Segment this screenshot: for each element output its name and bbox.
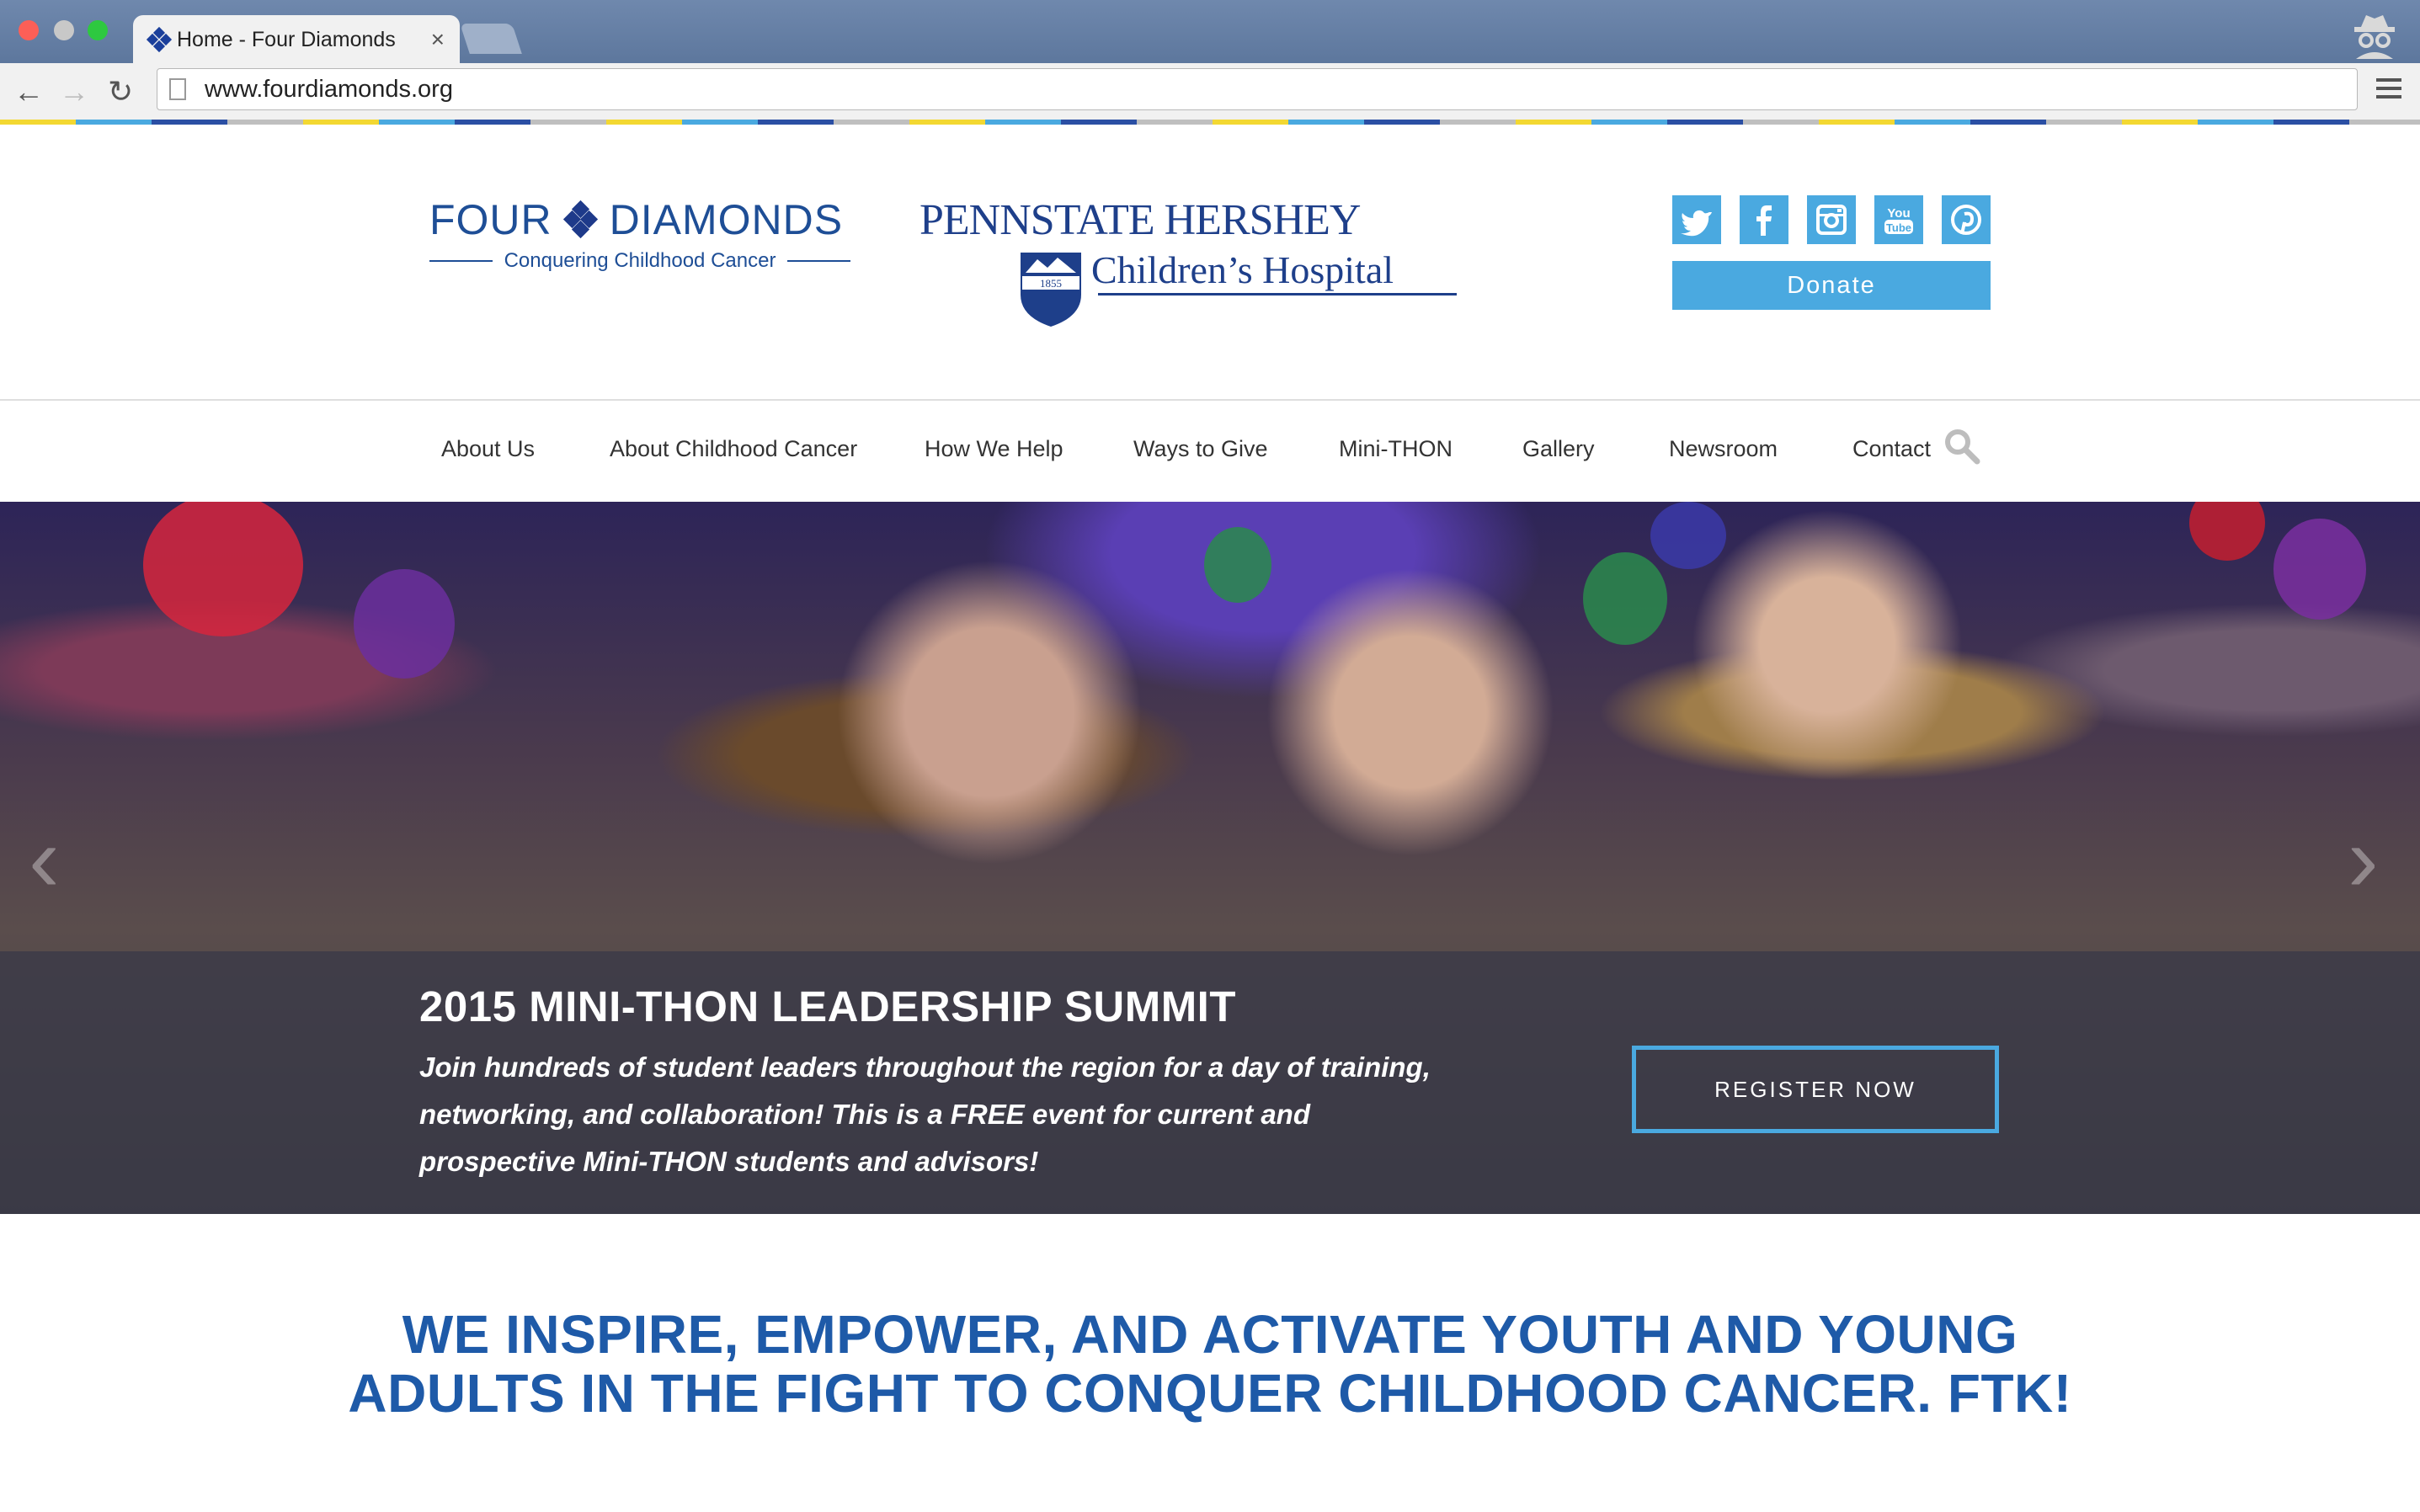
balloon-decoration bbox=[354, 569, 455, 679]
nav-item-contact[interactable]: Contact bbox=[1852, 436, 1931, 462]
browser-tab[interactable]: Home - Four Diamonds × bbox=[133, 15, 460, 64]
shield-icon: 1855 bbox=[1021, 253, 1081, 327]
diamond-icon bbox=[562, 200, 598, 239]
register-now-button[interactable]: REGISTER NOW bbox=[1632, 1046, 1999, 1133]
browser-menu-button[interactable] bbox=[2376, 78, 2401, 104]
fd-logo-word-four: FOUR bbox=[429, 196, 552, 243]
penn-state-hershey-logo[interactable]: PENNSTATE HERSHEY 1855 Children’s Hospit… bbox=[919, 195, 1457, 330]
hero-title: 2015 MINI-THON LEADERSHIP SUMMIT bbox=[419, 982, 1237, 1030]
browser-toolbar: ← → ↻ www.fourdiamonds.org bbox=[0, 63, 2420, 123]
hero-slider: ‹ › 2015 MINI-THON LEADERSHIP SUMMIT Joi… bbox=[0, 502, 2420, 1214]
url-text[interactable]: www.fourdiamonds.org bbox=[205, 76, 453, 104]
balloon-decoration bbox=[1583, 552, 1667, 645]
main-navigation: About Us About Childhood Cancer How We H… bbox=[0, 401, 2420, 502]
back-button[interactable]: ← bbox=[13, 75, 44, 109]
slider-next-arrow[interactable]: › bbox=[2348, 813, 2379, 906]
pinterest-icon bbox=[1951, 205, 1981, 235]
fd-logo-tagline: Conquering Childhood Cancer bbox=[429, 249, 850, 273]
svg-text:Tube: Tube bbox=[1886, 221, 1911, 234]
search-icon[interactable] bbox=[1943, 428, 1980, 465]
instagram-icon bbox=[1816, 205, 1847, 235]
tab-close-icon[interactable]: × bbox=[431, 28, 445, 51]
slider-prev-arrow[interactable]: ‹ bbox=[29, 813, 60, 906]
close-window-button[interactable] bbox=[19, 20, 39, 40]
reload-button[interactable]: ↻ bbox=[108, 75, 133, 109]
twitter-icon bbox=[1681, 210, 1712, 237]
tab-title: Home - Four Diamonds bbox=[177, 27, 396, 51]
balloon-decoration bbox=[2273, 519, 2366, 620]
balloon-decoration bbox=[1650, 502, 1726, 569]
instagram-button[interactable] bbox=[1807, 195, 1856, 244]
nav-item-newsroom[interactable]: Newsroom bbox=[1669, 436, 1778, 462]
twitter-button[interactable] bbox=[1672, 195, 1721, 244]
hero-description: Join hundreds of student leaders through… bbox=[419, 1051, 1431, 1177]
youtube-button[interactable]: You Tube bbox=[1874, 195, 1923, 244]
psh-logo-rule bbox=[1098, 293, 1457, 295]
psh-logo-title: PENNSTATE HERSHEY bbox=[919, 196, 1361, 244]
balloon-decoration bbox=[1204, 527, 1271, 603]
balloon-decoration bbox=[143, 502, 303, 636]
nav-item-mini-thon[interactable]: Mini-THON bbox=[1339, 436, 1453, 462]
forward-button[interactable]: → bbox=[59, 75, 89, 109]
maximize-window-button[interactable] bbox=[88, 20, 108, 40]
psh-year: 1855 bbox=[1040, 277, 1062, 290]
nav-item-about-childhood-cancer[interactable]: About Childhood Cancer bbox=[610, 436, 857, 462]
facebook-button[interactable] bbox=[1740, 195, 1788, 244]
facebook-icon bbox=[1756, 205, 1772, 236]
mission-line-1: WE INSPIRE, EMPOWER, AND ACTIVATE YOUTH … bbox=[402, 1304, 2018, 1365]
svg-text:You: You bbox=[1887, 206, 1910, 221]
fd-logo-wordmark: FOUR DIAMONDS bbox=[429, 195, 850, 244]
nav-item-how-we-help[interactable]: How We Help bbox=[925, 436, 1063, 462]
nav-item-about-us[interactable]: About Us bbox=[441, 436, 535, 462]
address-bar[interactable]: www.fourdiamonds.org bbox=[157, 68, 2358, 110]
psh-logo-subtitle: Children’s Hospital bbox=[1091, 248, 1394, 291]
fd-logo-word-diamonds: DIAMONDS bbox=[609, 196, 844, 243]
balloon-decoration bbox=[2189, 502, 2265, 561]
color-stripe bbox=[0, 120, 2420, 125]
incognito-icon bbox=[2354, 15, 2395, 59]
nav-item-gallery[interactable]: Gallery bbox=[1522, 436, 1595, 462]
page-icon bbox=[169, 78, 186, 100]
four-diamonds-favicon-icon bbox=[146, 26, 173, 53]
minimize-window-button[interactable] bbox=[54, 20, 74, 40]
donate-button[interactable]: Donate bbox=[1672, 261, 1991, 310]
new-tab-button[interactable] bbox=[460, 24, 522, 54]
youtube-icon: You Tube bbox=[1884, 206, 1913, 234]
four-diamonds-logo[interactable]: FOUR DIAMONDS Conquering Childhood Cance… bbox=[429, 195, 850, 280]
fd-tagline-text: Conquering Childhood Cancer bbox=[504, 249, 776, 272]
nav-item-ways-to-give[interactable]: Ways to Give bbox=[1133, 436, 1268, 462]
mission-line-2: ADULTS IN THE FIGHT TO CONQUER CHILDHOOD… bbox=[348, 1363, 2072, 1424]
mission-statement: WE INSPIRE, EMPOWER, AND ACTIVATE YOUTH … bbox=[0, 1305, 2420, 1423]
pinterest-button[interactable] bbox=[1942, 195, 1991, 244]
browser-titlebar: Home - Four Diamonds × bbox=[0, 0, 2420, 64]
